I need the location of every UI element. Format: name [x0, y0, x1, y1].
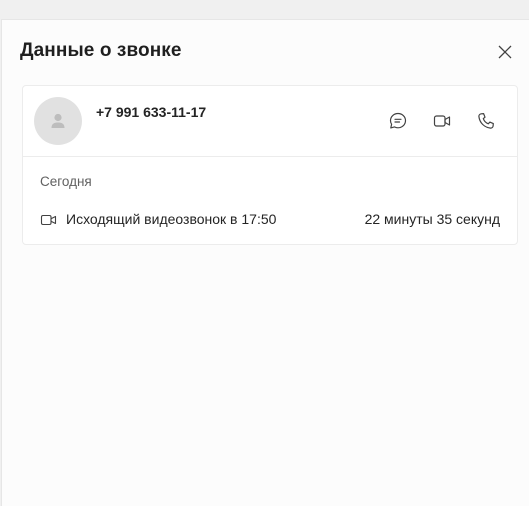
video-camera-icon [433, 115, 451, 127]
close-button[interactable] [495, 42, 515, 62]
call-description: Исходящий видеозвонок в 17:50 [66, 211, 277, 227]
call-history-entry: Исходящий видеозвонок в 17:50 22 минуты … [40, 210, 500, 230]
chat-icon [389, 112, 407, 129]
close-icon [498, 45, 512, 59]
contact-card: +7 991 633-11-17 Сегодня Исходящий видео… [22, 85, 518, 245]
person-icon [51, 113, 65, 128]
phone-number: +7 991 633-11-17 [96, 104, 207, 120]
history-day-label: Сегодня [40, 174, 92, 189]
phone-icon [478, 113, 494, 129]
avatar[interactable] [34, 97, 82, 145]
video-camera-icon [40, 214, 57, 226]
audio-call-button[interactable] [475, 110, 497, 132]
call-duration: 22 минуты 35 секунд [364, 211, 500, 227]
panel-title: Данные о звонке [20, 40, 182, 61]
chat-button[interactable] [387, 110, 409, 132]
call-details-panel: Данные о звонке +7 991 633-11-17 Сегодня… [1, 19, 529, 506]
video-call-button[interactable] [431, 110, 453, 132]
contact-header: +7 991 633-11-17 [23, 86, 517, 157]
